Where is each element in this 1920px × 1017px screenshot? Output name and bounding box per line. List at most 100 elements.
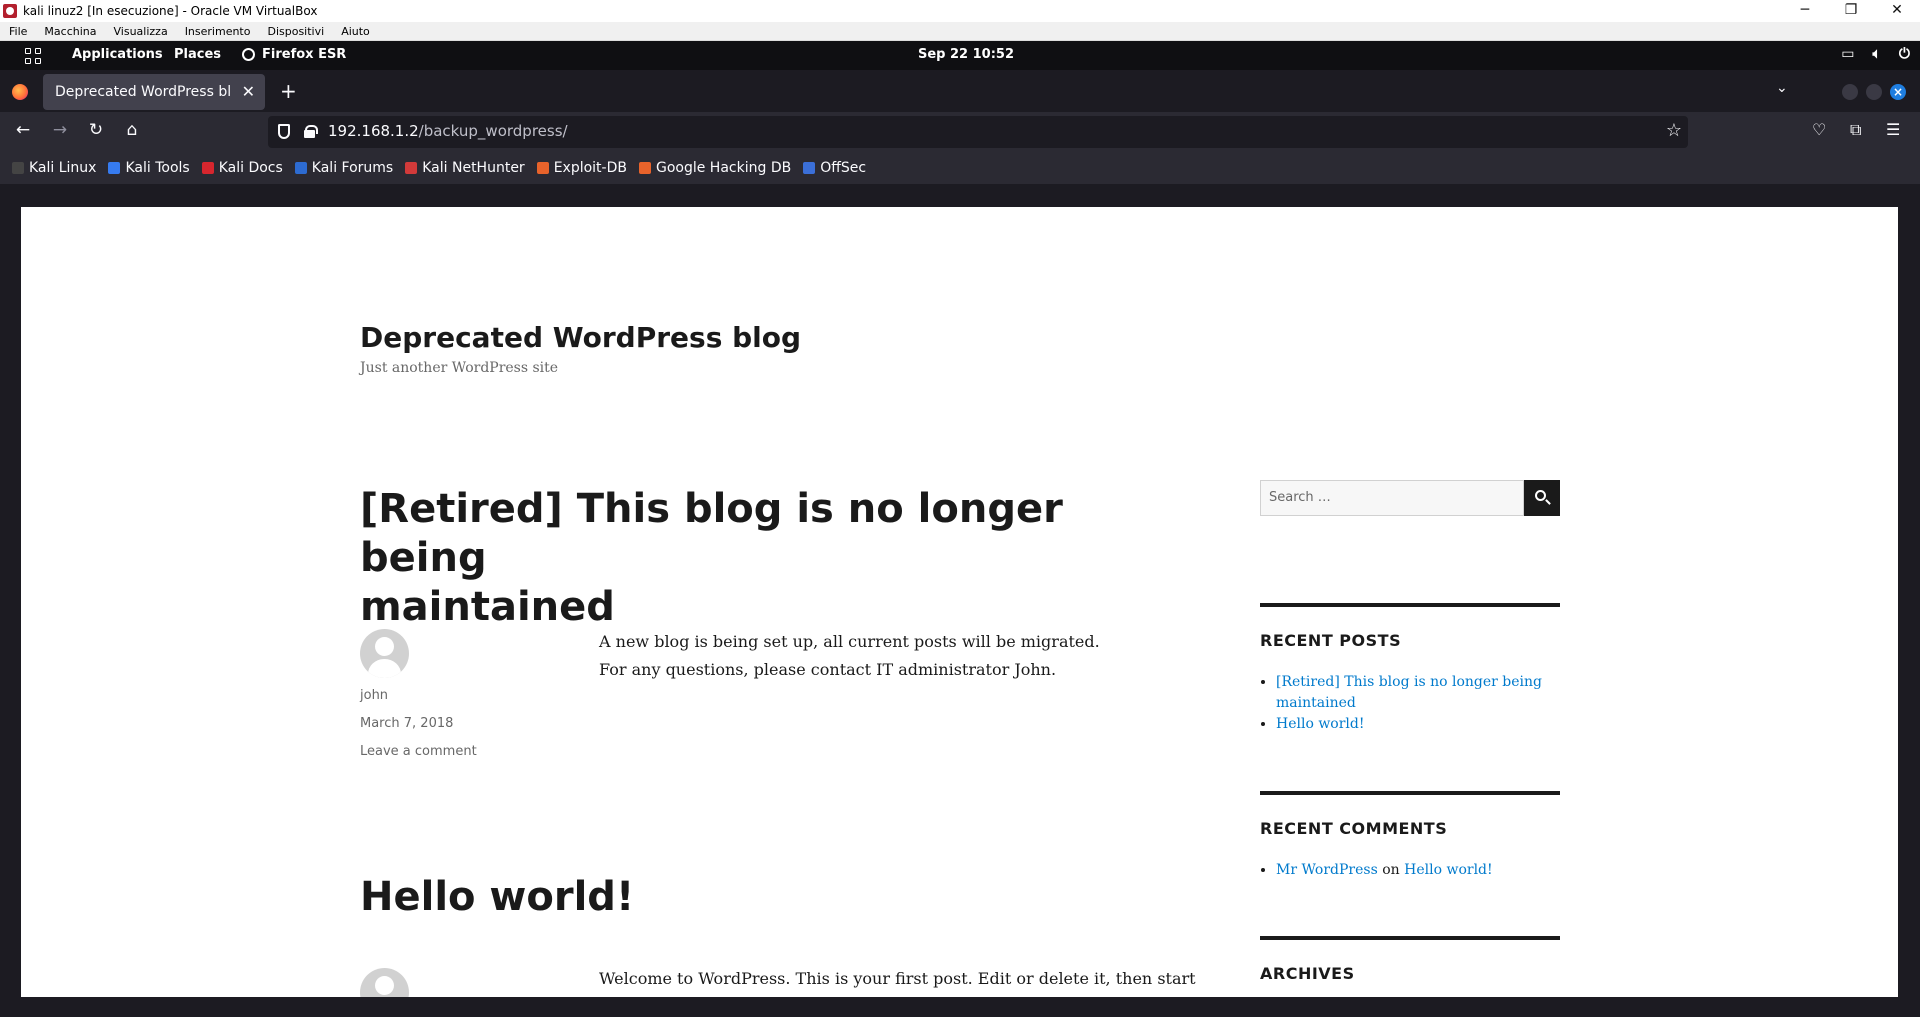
applications-menu[interactable]: Applications [72, 47, 163, 62]
bookmarks-toolbar: Kali Linux Kali Tools Kali Docs Kali For… [0, 152, 1920, 184]
bookmark-kali-nethunter[interactable]: Kali NetHunter [405, 160, 525, 176]
tab-close-icon[interactable]: ✕ [242, 82, 255, 101]
bookmark-exploit-db[interactable]: Exploit-DB [536, 160, 627, 176]
widget-title: RECENT POSTS [1260, 631, 1402, 650]
vbox-menubar: File Macchina Visualizza Inserimento Dis… [0, 22, 1920, 41]
vbox-menu-help[interactable]: Aiuto [332, 25, 378, 38]
vbox-menu-input[interactable]: Inserimento [176, 25, 259, 38]
display-icon[interactable]: ▭ [1841, 46, 1854, 62]
link-text: [Retired] This blog is no longer being [1276, 674, 1543, 690]
list-all-tabs-icon[interactable]: ⌄ [1776, 80, 1788, 96]
bookmark-label: Google Hacking DB [655, 160, 792, 176]
app-grid-icon[interactable] [25, 48, 41, 64]
virtualbox-icon [3, 4, 17, 18]
search-form: Search … [1260, 480, 1560, 516]
recent-comments-widget: RECENT COMMENTS Mr WordPress on Hello wo… [1260, 791, 1560, 881]
navigation-toolbar: ← → ↻ ⌂ 192.168.1.2/backup_wordpress/ ☆ … [0, 112, 1920, 152]
post-title[interactable]: [Retired] This blog is no longer being m… [360, 485, 1180, 632]
post-content-line: Welcome to WordPress. This is your first… [599, 969, 1196, 988]
kali-tools-icon [108, 162, 121, 174]
minimize-window-icon[interactable] [1842, 84, 1858, 100]
desktop-top-panel: Applications Places Firefox ESR Sep 22 1… [0, 41, 1920, 70]
firefox-view-icon[interactable] [12, 84, 28, 100]
vbox-menu-file[interactable]: File [0, 25, 35, 38]
minimize-icon[interactable]: ─ [1782, 0, 1828, 22]
window-controls: ─ ❐ ✕ [1782, 0, 1920, 22]
author-avatar [360, 629, 409, 678]
post-author[interactable]: john [360, 688, 388, 703]
kali-dragon-icon [12, 162, 24, 174]
url-host: 192.168.1.2 [328, 122, 419, 140]
vbox-menu-devices[interactable]: Dispositivi [258, 25, 332, 38]
recent-posts-list: [Retired] This blog is no longer being ma… [1260, 672, 1560, 735]
bookmark-label: Exploit-DB [553, 160, 627, 176]
search-button[interactable] [1524, 480, 1560, 516]
post-title[interactable]: Hello world! [360, 873, 1180, 922]
window-buttons: × [1842, 84, 1906, 100]
active-app-label: Firefox ESR [262, 47, 347, 62]
recent-post-link[interactable]: Hello world! [1276, 716, 1365, 732]
close-window-icon[interactable]: × [1890, 84, 1906, 100]
bookmark-kali-forums[interactable]: Kali Forums [294, 160, 393, 176]
vbox-window-title: kali linuz2 [In esecuzione] - Oracle VM … [23, 4, 318, 18]
post-content: Welcome to WordPress. This is your first… [599, 965, 1299, 993]
ghdb-icon [638, 162, 651, 174]
back-icon[interactable]: ← [11, 120, 35, 140]
bookmark-label: OffSec [820, 160, 867, 176]
url-bar[interactable]: 192.168.1.2/backup_wordpress/ ☆ [268, 116, 1688, 148]
site-description: Just another WordPress site [360, 360, 559, 376]
active-app-indicator[interactable]: Firefox ESR [242, 47, 346, 62]
archives-widget: ARCHIVES [1260, 936, 1560, 983]
close-icon[interactable]: ✕ [1874, 0, 1920, 22]
volume-icon[interactable]: 🔈︎ [1873, 46, 1881, 62]
home-icon[interactable]: ⌂ [120, 120, 144, 140]
power-icon[interactable]: ⏻ [1899, 46, 1910, 62]
vbox-menu-view[interactable]: Visualizza [105, 25, 176, 38]
link-text: maintained [1276, 695, 1356, 711]
list-item: Mr WordPress on Hello world! [1276, 860, 1560, 881]
bookmark-kali-tools[interactable]: Kali Tools [108, 160, 190, 176]
post-content-line: For any questions, please contact IT adm… [599, 660, 1057, 679]
places-menu[interactable]: Places [174, 47, 221, 62]
bookmark-google-hacking-db[interactable]: Google Hacking DB [638, 160, 792, 176]
site-info-icon[interactable] [304, 125, 318, 138]
tab-active[interactable]: Deprecated WordPress blog ✕ [43, 74, 265, 110]
bookmark-kali-docs[interactable]: Kali Docs [201, 160, 283, 176]
comment-author-link[interactable]: Mr WordPress [1276, 862, 1378, 878]
menu-icon[interactable]: ☰ [1886, 120, 1900, 139]
comment-post-link[interactable]: Hello world! [1404, 862, 1493, 878]
bookmark-label: Kali NetHunter [422, 160, 525, 176]
pocket-icon[interactable]: ♡ [1812, 120, 1826, 139]
restore-icon[interactable]: ❐ [1828, 0, 1874, 22]
leave-comment-link[interactable]: Leave a comment [360, 744, 477, 759]
extensions-icon[interactable]: ⧉ [1850, 120, 1861, 140]
author-avatar [360, 968, 409, 997]
tab-title: Deprecated WordPress blog [55, 84, 231, 100]
new-tab-icon[interactable]: + [280, 79, 297, 103]
panel-clock[interactable]: Sep 22 10:52 [918, 47, 1014, 62]
exploit-db-icon [536, 162, 549, 174]
recent-posts-widget: RECENT POSTS [Retired] This blog is no l… [1260, 603, 1560, 735]
search-input[interactable]: Search … [1260, 480, 1525, 516]
search-icon [1535, 490, 1547, 501]
bookmark-label: Kali Docs [218, 160, 283, 176]
bookmark-offsec[interactable]: OffSec [803, 160, 866, 176]
bookmark-label: Kali Linux [29, 160, 97, 176]
forward-icon[interactable]: → [48, 120, 72, 140]
bookmark-kali-linux[interactable]: Kali Linux [12, 160, 96, 176]
tab-bar: Deprecated WordPress blog ✕ + ⌄ × [0, 70, 1920, 112]
kali-docs-icon [201, 162, 214, 174]
tracking-protection-icon[interactable] [278, 124, 290, 139]
recent-post-link[interactable]: [Retired] This blog is no longer being ma… [1276, 674, 1542, 711]
list-item: [Retired] This blog is no longer being ma… [1276, 672, 1560, 714]
reload-icon[interactable]: ↻ [84, 120, 108, 140]
vbox-menu-machine[interactable]: Macchina [35, 25, 104, 38]
url-text[interactable]: 192.168.1.2/backup_wordpress/ [328, 122, 568, 140]
post-date[interactable]: March 7, 2018 [360, 716, 453, 731]
site-title[interactable]: Deprecated WordPress blog [360, 321, 801, 354]
maximize-window-icon[interactable] [1866, 84, 1882, 100]
kali-forums-icon [294, 162, 307, 174]
bookmark-label: Kali Tools [125, 160, 190, 176]
bookmark-star-icon[interactable]: ☆ [1666, 120, 1682, 141]
widget-title: ARCHIVES [1260, 964, 1355, 983]
